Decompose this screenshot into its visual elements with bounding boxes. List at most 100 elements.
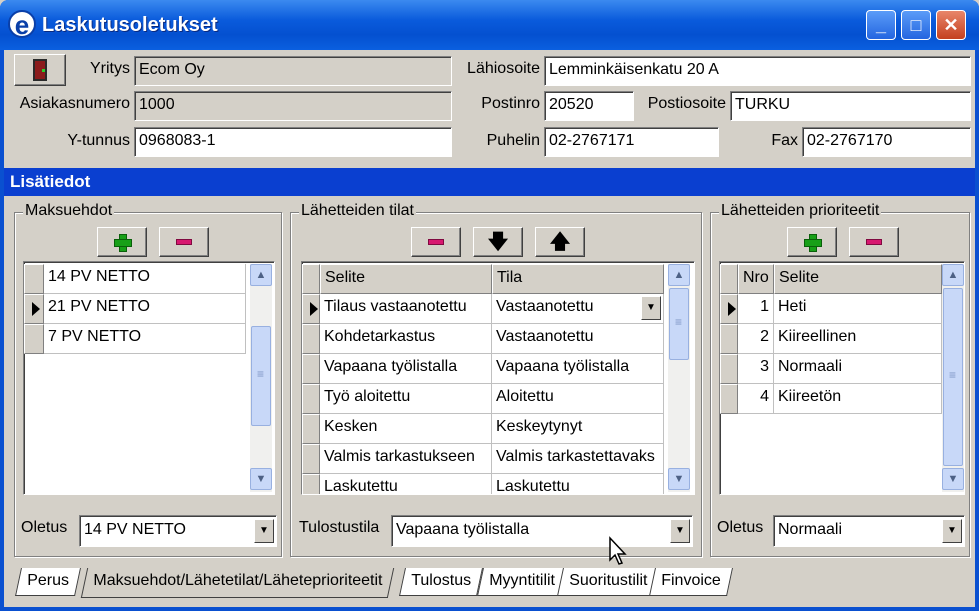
postiosoite-field[interactable]: TURKU [730,91,971,121]
row-indicator[interactable] [302,474,320,494]
maksuehdot-oletus-label: Oletus [21,519,68,536]
nro-cell[interactable]: 3 [738,354,774,384]
fax-field[interactable]: 02-2767170 [802,127,971,157]
column-header-selite[interactable]: Selite [774,264,942,294]
yritys-field[interactable]: Ecom Oy [134,56,452,86]
row-indicator[interactable] [302,414,320,444]
tila-cell[interactable]: Vastaanotettu [492,324,664,354]
tab-maksuehdot[interactable]: Maksuehdot/Lähetetilat/Läheteprioriteeti… [80,568,395,598]
maksuehdot-oletus-select[interactable]: 14 PV NETTO ▼ [79,515,277,547]
column-header-tila[interactable]: Tila [492,264,664,294]
scroll-thumb[interactable] [669,288,689,360]
scroll-up-icon[interactable]: ▲ [250,264,272,286]
lahiosoite-field[interactable]: Lemminkäisenkatu 20 A [544,56,971,86]
prioriteetit-oletus-select[interactable]: Normaali ▼ [773,515,965,547]
maksuehto-cell[interactable]: 7 PV NETTO [44,324,246,354]
header-corner [302,264,320,294]
tilat-grid[interactable]: Selite Tila Tilaus vastaanotettu Vastaan… [301,261,695,495]
fax-label: Fax [771,132,798,149]
vertical-scrollbar[interactable]: ▲ ▼ [942,264,964,492]
scroll-up-icon[interactable]: ▲ [942,264,964,286]
selite-cell[interactable]: Heti [774,294,942,324]
current-row-pointer-icon [32,302,40,316]
maksuehto-cell[interactable]: 14 PV NETTO [44,264,246,294]
column-header-selite[interactable]: Selite [320,264,492,294]
close-button[interactable]: ✕ [936,10,966,40]
tulostustila-select[interactable]: Vapaana työlistalla ▼ [391,515,693,547]
tab-myyntitilit[interactable]: Myyntitilit [477,568,567,596]
row-indicator[interactable] [24,264,44,294]
selite-cell[interactable]: Vapaana työlistalla [320,354,492,384]
minus-icon [428,239,444,245]
row-indicator[interactable] [720,384,738,414]
chevron-down-icon[interactable]: ▼ [641,296,661,320]
maksuehdot-grid[interactable]: 14 PV NETTO 21 PV NETTO 7 PV NETTO ▲ ▼ [23,261,275,495]
postiosoite-label: Postiosoite [647,95,726,112]
vertical-scrollbar[interactable]: ▲ ▼ [668,264,690,492]
tilat-remove-button[interactable] [411,227,461,257]
prioriteetit-add-button[interactable] [787,227,837,257]
maksuehdot-remove-button[interactable] [159,227,209,257]
row-indicator[interactable] [720,354,738,384]
chevron-down-icon[interactable]: ▼ [942,519,962,543]
scroll-up-icon[interactable]: ▲ [668,264,690,286]
tab-finvoice[interactable]: Finvoice [649,568,733,596]
selite-cell[interactable]: Kohdetarkastus [320,324,492,354]
puhelin-field[interactable]: 02-2767171 [544,127,719,157]
row-indicator[interactable] [24,294,44,324]
scroll-thumb[interactable] [251,326,271,426]
tab-perus[interactable]: Perus [15,568,81,596]
exit-button[interactable] [14,54,66,86]
row-indicator[interactable] [302,294,320,324]
tila-cell[interactable]: Vastaanotettu ▼ [492,294,664,324]
nro-cell[interactable]: 4 [738,384,774,414]
row-indicator[interactable] [302,324,320,354]
nro-cell[interactable]: 1 [738,294,774,324]
row-indicator[interactable] [720,294,738,324]
tila-cell[interactable]: Laskutettu [492,474,664,494]
row-indicator[interactable] [302,384,320,414]
ytunnus-field[interactable]: 0968083-1 [134,127,452,157]
selite-cell[interactable]: Tilaus vastaanotettu [320,294,492,324]
selite-cell[interactable]: Normaali [774,354,942,384]
vertical-scrollbar[interactable]: ▲ ▼ [250,264,272,492]
nro-cell[interactable]: 2 [738,324,774,354]
lahiosoite-label: Lähiosoite [467,60,540,77]
postinro-field[interactable]: 20520 [544,91,634,121]
asiakasnumero-field[interactable]: 1000 [134,91,452,121]
current-row-pointer-icon [310,302,318,316]
scroll-down-icon[interactable]: ▼ [942,468,964,490]
row-indicator[interactable] [720,324,738,354]
chevron-down-icon[interactable]: ▼ [670,519,690,543]
tila-cell[interactable]: Aloitettu [492,384,664,414]
tila-cell[interactable]: Valmis tarkastettavaks [492,444,664,474]
row-indicator[interactable] [24,324,44,354]
minimize-button[interactable]: _ [866,10,896,40]
tila-cell[interactable]: Vapaana työlistalla [492,354,664,384]
tab-suoritustilit[interactable]: Suoritustilit [557,568,660,596]
tilat-move-up-button[interactable]: 🡅 [535,227,585,257]
tila-cell[interactable]: Keskeytynyt [492,414,664,444]
scroll-down-icon[interactable]: ▼ [668,468,690,490]
selite-cell[interactable]: Kiireetön [774,384,942,414]
selite-cell[interactable]: Kiireellinen [774,324,942,354]
tulostustila-label: Tulostustila [299,519,380,536]
selite-cell[interactable]: Työ aloitettu [320,384,492,414]
row-indicator[interactable] [302,444,320,474]
scroll-thumb[interactable] [943,288,963,466]
prioriteetit-grid[interactable]: Nro Selite 1 Heti 2 Kiireellinen 3 Norma… [719,261,965,495]
selite-cell[interactable]: Laskutettu [320,474,492,494]
scroll-down-icon[interactable]: ▼ [250,468,272,490]
maksuehdot-add-button[interactable] [97,227,147,257]
maksuehto-cell[interactable]: 21 PV NETTO [44,294,246,324]
tilat-move-down-button[interactable]: 🡇 [473,227,523,257]
selite-cell[interactable]: Valmis tarkastukseen [320,444,492,474]
maximize-button[interactable]: □ [901,10,931,40]
prioriteetit-remove-button[interactable] [849,227,899,257]
title-bar[interactable]: e Laskutusoletukset _ □ ✕ [0,0,979,50]
chevron-down-icon[interactable]: ▼ [254,519,274,543]
row-indicator[interactable] [302,354,320,384]
tab-tulostus[interactable]: Tulostus [399,568,483,596]
selite-cell[interactable]: Kesken [320,414,492,444]
column-header-nro[interactable]: Nro [738,264,774,294]
